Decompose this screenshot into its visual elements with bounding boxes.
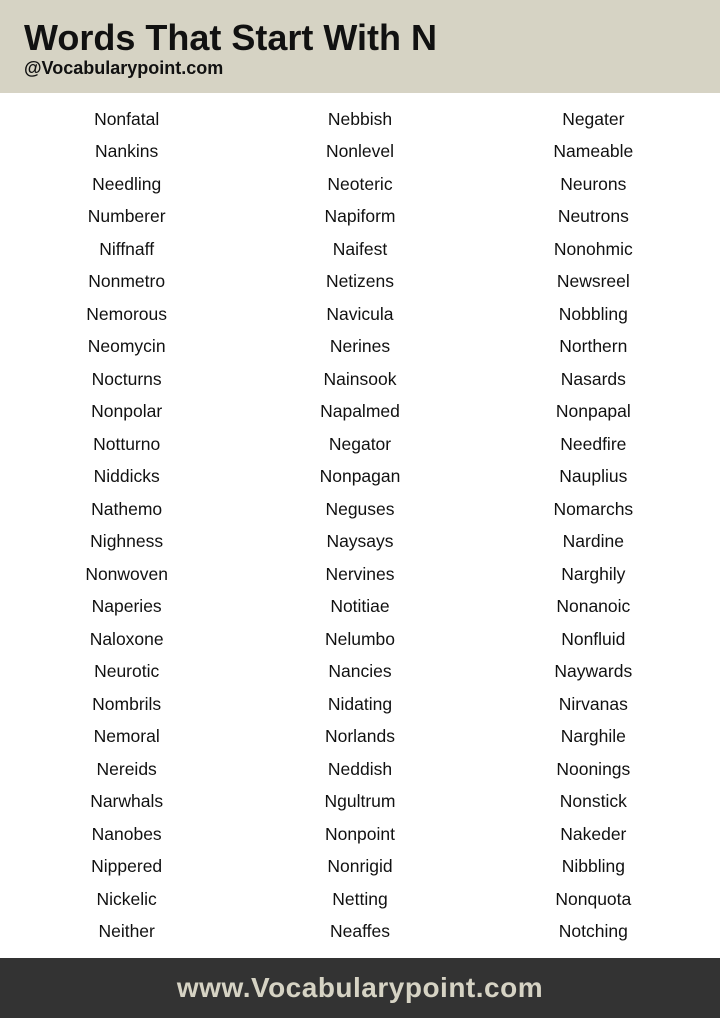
page-title: Words That Start With N (24, 18, 696, 58)
list-item: Nippered (10, 850, 243, 883)
list-item: Notching (477, 915, 710, 948)
list-item: Nemoral (10, 720, 243, 753)
list-item: Neaffes (243, 915, 476, 948)
list-item: Nibbling (477, 850, 710, 883)
list-item: Nainsook (243, 363, 476, 396)
list-item: Nanobes (10, 818, 243, 851)
list-item: Niddicks (10, 460, 243, 493)
list-item: Navicula (243, 298, 476, 331)
list-item: Nobbling (477, 298, 710, 331)
list-item: Napiform (243, 200, 476, 233)
list-item: Netizens (243, 265, 476, 298)
list-item: Northern (477, 330, 710, 363)
list-item: Neguses (243, 493, 476, 526)
list-item: Neoteric (243, 168, 476, 201)
list-item: Nonrigid (243, 850, 476, 883)
list-item: Nelumbo (243, 623, 476, 656)
list-item: Nameable (477, 135, 710, 168)
list-item: Ngultrum (243, 785, 476, 818)
list-item: Neddish (243, 753, 476, 786)
list-item: Nonmetro (10, 265, 243, 298)
list-item: Nonlevel (243, 135, 476, 168)
list-item: Nirvanas (477, 688, 710, 721)
list-item: Nardine (477, 525, 710, 558)
list-item: Narwhals (10, 785, 243, 818)
list-item: Nerines (243, 330, 476, 363)
list-item: Nonquota (477, 883, 710, 916)
list-item: Nemorous (10, 298, 243, 331)
list-item: Neomycin (10, 330, 243, 363)
list-item: Nighness (10, 525, 243, 558)
list-item: Newsreel (477, 265, 710, 298)
list-item: Neurons (477, 168, 710, 201)
list-item: Nocturns (10, 363, 243, 396)
list-item: Niffnaff (10, 233, 243, 266)
list-item: Napalmed (243, 395, 476, 428)
list-item: Naifest (243, 233, 476, 266)
list-item: Neither (10, 915, 243, 948)
list-item: Norlands (243, 720, 476, 753)
list-item: Nereids (10, 753, 243, 786)
list-item: Nonohmic (477, 233, 710, 266)
list-item: Naysays (243, 525, 476, 558)
list-item: Naywards (477, 655, 710, 688)
list-item: Nonpoint (243, 818, 476, 851)
list-item: Nasards (477, 363, 710, 396)
list-item: Nonpapal (477, 395, 710, 428)
list-item: Neurotic (10, 655, 243, 688)
list-item: Nombrils (10, 688, 243, 721)
list-item: Nidating (243, 688, 476, 721)
list-item: Needfire (477, 428, 710, 461)
list-item: Nancies (243, 655, 476, 688)
list-item: Numberer (10, 200, 243, 233)
word-grid: NonfatalNebbishNegater NankinsNonlevelNam… (0, 93, 720, 958)
list-item: Nauplius (477, 460, 710, 493)
list-item: Nonwoven (10, 558, 243, 591)
list-item: Nonpagan (243, 460, 476, 493)
list-item: Notturno (10, 428, 243, 461)
list-item: Negater (477, 103, 710, 136)
list-item: Nonanoic (477, 590, 710, 623)
list-item: Narghily (477, 558, 710, 591)
list-item: Nomarchs (477, 493, 710, 526)
list-item: Nonpolar (10, 395, 243, 428)
list-item: Nakeder (477, 818, 710, 851)
list-item: Narghile (477, 720, 710, 753)
footer: www.Vocabularypoint.com (0, 958, 720, 1018)
list-item: Negator (243, 428, 476, 461)
list-item: Needling (10, 168, 243, 201)
list-item: Nankins (10, 135, 243, 168)
list-item: Nervines (243, 558, 476, 591)
list-item: Neutrons (477, 200, 710, 233)
list-item: Notitiae (243, 590, 476, 623)
list-item: Netting (243, 883, 476, 916)
list-item: Nonfatal (10, 103, 243, 136)
list-item: Nebbish (243, 103, 476, 136)
footer-text: www.Vocabularypoint.com (24, 972, 696, 1004)
header: Words That Start With N @Vocabularypoint… (0, 0, 720, 93)
list-item: Nickelic (10, 883, 243, 916)
list-item: Naperies (10, 590, 243, 623)
list-item: Nonfluid (477, 623, 710, 656)
list-item: Nathemo (10, 493, 243, 526)
list-item: Nonstick (477, 785, 710, 818)
list-item: Naloxone (10, 623, 243, 656)
list-item: Noonings (477, 753, 710, 786)
page-subtitle: @Vocabularypoint.com (24, 58, 696, 79)
